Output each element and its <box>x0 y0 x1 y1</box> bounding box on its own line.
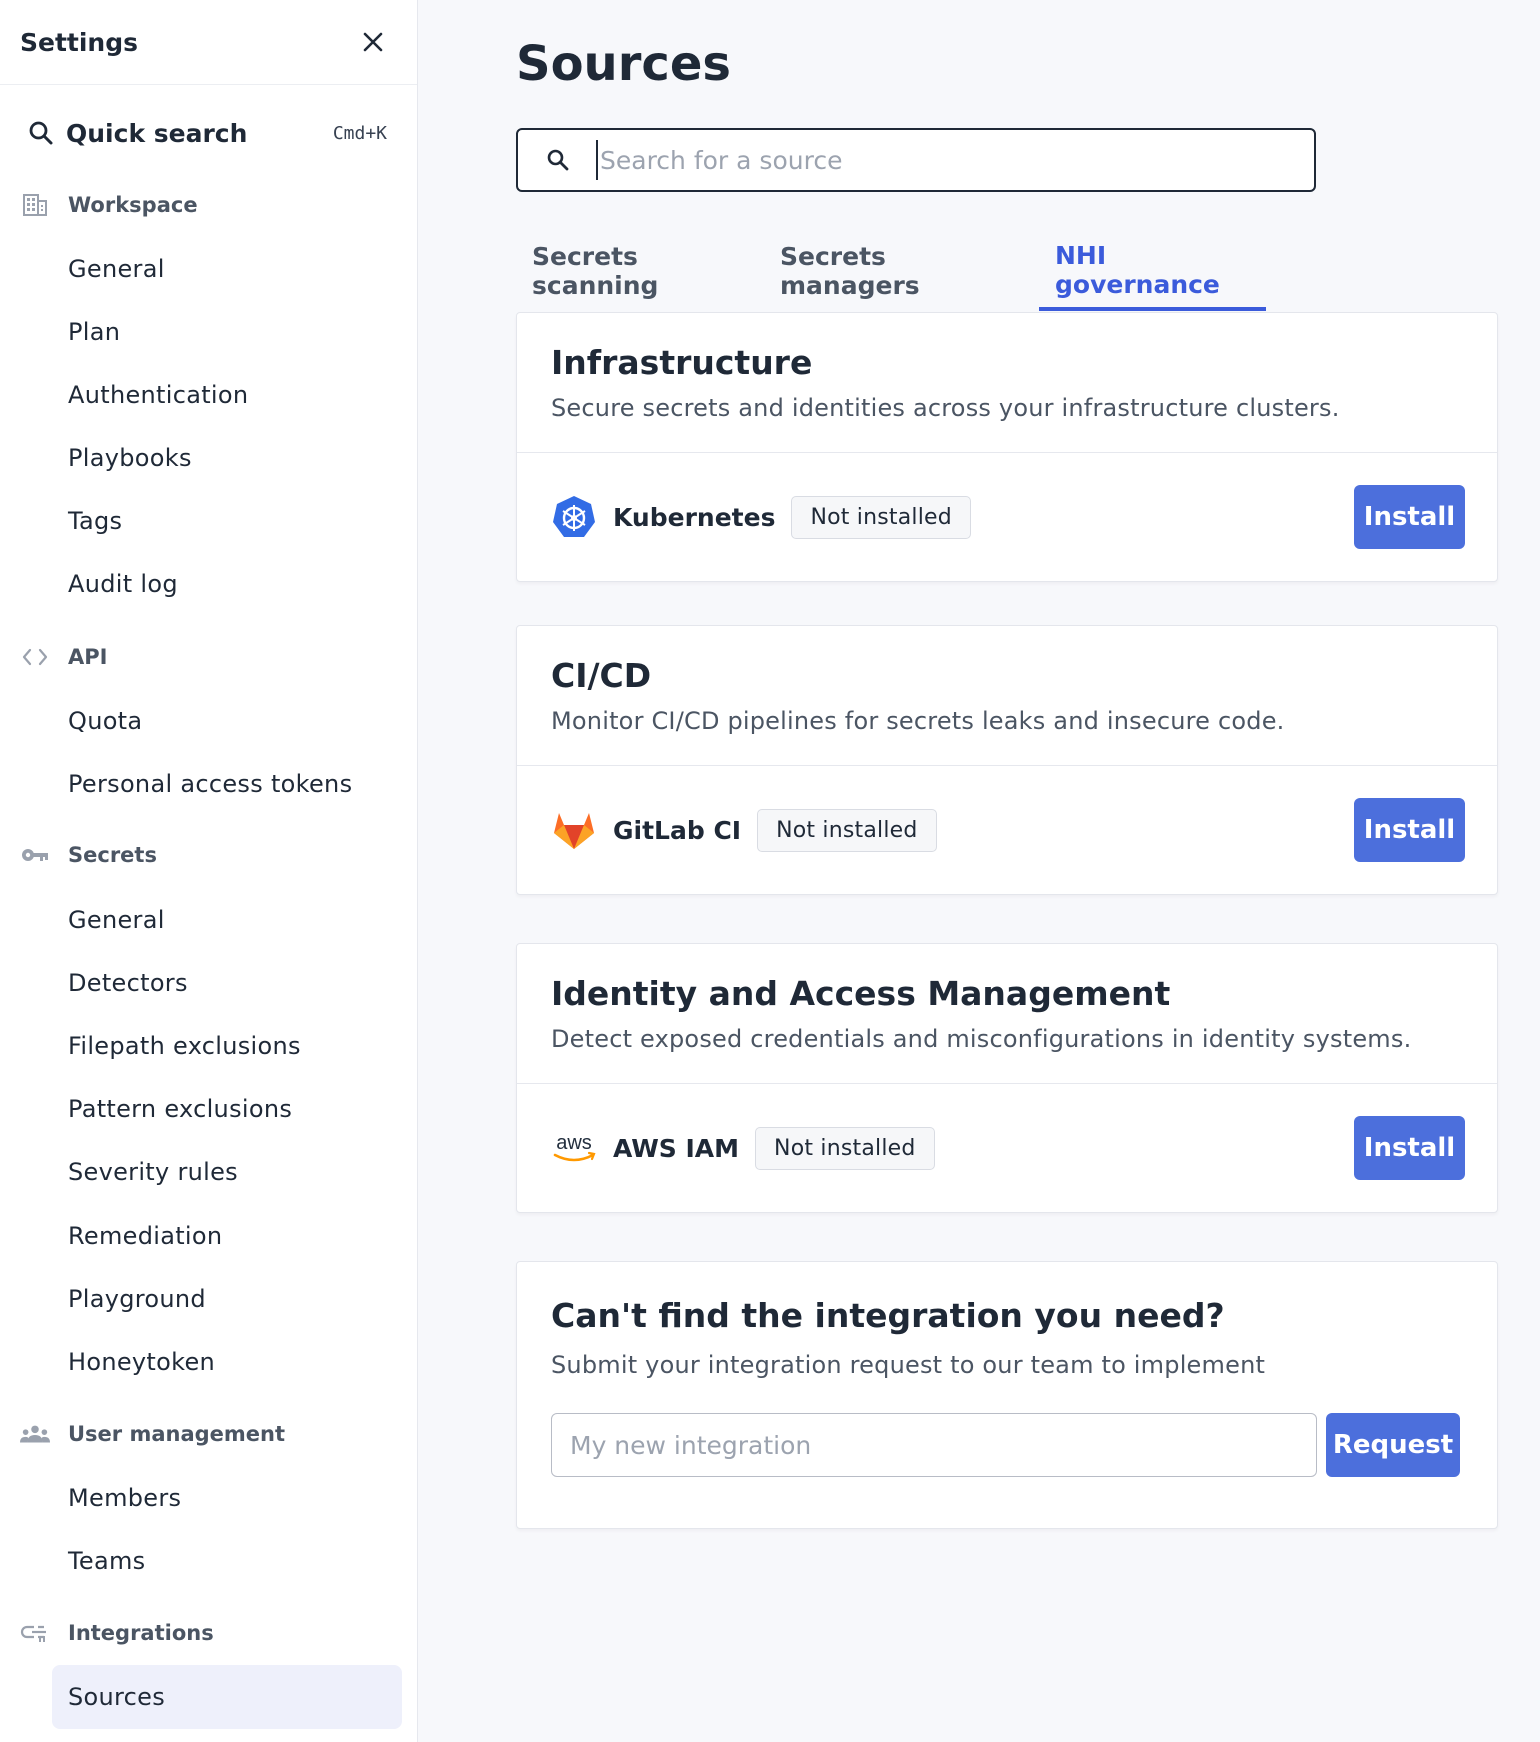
search-icon <box>547 149 569 171</box>
sidebar-item-secrets-general[interactable]: General <box>52 888 402 952</box>
card-cicd: CI/CD Monitor CI/CD pipelines for secret… <box>516 625 1498 895</box>
status-badge: Not installed <box>757 808 937 852</box>
building-icon <box>20 190 50 220</box>
sidebar-item-tags[interactable]: Tags <box>52 489 402 553</box>
card-header: Identity and Access Management Detect ex… <box>517 944 1497 1084</box>
install-gitlab-button[interactable]: Install <box>1354 798 1465 862</box>
tab-secrets-managers[interactable]: Secrets managers <box>764 232 1014 310</box>
status-badge: Not installed <box>755 1126 935 1170</box>
search-icon <box>29 121 53 145</box>
section-user-management: User management <box>20 1416 285 1452</box>
card-request-integration: Can't find the integration you need? Sub… <box>516 1261 1498 1529</box>
page-title: Sources <box>516 36 731 92</box>
sidebar-item-sources[interactable]: Sources <box>52 1665 402 1729</box>
request-button[interactable]: Request <box>1326 1413 1460 1477</box>
install-aws-iam-button[interactable]: Install <box>1354 1116 1465 1180</box>
sidebar-item-members[interactable]: Members <box>52 1466 402 1530</box>
integration-request-input[interactable] <box>551 1413 1317 1477</box>
section-secrets: Secrets <box>20 837 157 873</box>
search-input[interactable] <box>596 140 1314 180</box>
section-api: API <box>20 639 107 675</box>
source-name: GitLab CI <box>613 815 742 845</box>
sidebar-item-quota[interactable]: Quota <box>52 689 402 753</box>
sidebar-item-playbooks[interactable]: Playbooks <box>52 426 402 490</box>
svg-text:aws: aws <box>556 1132 592 1154</box>
source-name: AWS IAM <box>613 1133 740 1163</box>
section-label: Workspace <box>68 193 198 217</box>
card-description: Secure secrets and identities across you… <box>551 394 1340 422</box>
sidebar-title: Settings <box>20 27 139 57</box>
sidebar-item-plan[interactable]: Plan <box>52 300 402 364</box>
card-header: Infrastructure Secure secrets and identi… <box>517 313 1497 453</box>
plug-icon <box>20 1618 50 1648</box>
card-iam: Identity and Access Management Detect ex… <box>516 943 1498 1213</box>
key-icon <box>20 840 50 870</box>
sidebar-item-general[interactable]: General <box>52 237 402 301</box>
kubernetes-icon <box>551 494 597 540</box>
card-title: Identity and Access Management <box>551 974 1171 1013</box>
quick-search-shortcut: Cmd+K <box>332 122 387 144</box>
section-workspace: Workspace <box>20 187 198 223</box>
sidebar-item-severity-rules[interactable]: Severity rules <box>52 1140 402 1204</box>
sidebar-item-audit-log[interactable]: Audit log <box>52 552 402 616</box>
card-description: Detect exposed credentials and misconfig… <box>551 1025 1412 1053</box>
section-label: User management <box>68 1422 286 1446</box>
section-label: Secrets <box>68 843 157 867</box>
source-row: aws AWS IAM Not installed Install <box>517 1084 1497 1212</box>
card-header: CI/CD Monitor CI/CD pipelines for secret… <box>517 626 1497 766</box>
source-row: Kubernetes Not installed Install <box>517 453 1497 581</box>
card-title: CI/CD <box>551 656 652 695</box>
sidebar-item-filepath-exclusions[interactable]: Filepath exclusions <box>52 1014 402 1078</box>
request-description: Submit your integration request to our t… <box>551 1351 1266 1379</box>
install-kubernetes-button[interactable]: Install <box>1354 485 1465 549</box>
tab-secrets-scanning[interactable]: Secrets scanning <box>516 232 756 310</box>
sidebar-item-teams[interactable]: Teams <box>52 1529 402 1593</box>
gitlab-icon <box>551 807 597 853</box>
source-tabs: Secrets scanning Secrets managers NHI go… <box>516 232 1496 312</box>
close-button[interactable] <box>357 26 389 58</box>
code-icon <box>20 642 50 672</box>
status-badge: Not installed <box>791 495 971 539</box>
request-title: Can't find the integration you need? <box>551 1296 1225 1335</box>
card-infrastructure: Infrastructure Secure secrets and identi… <box>516 312 1498 582</box>
source-row: GitLab CI Not installed Install <box>517 766 1497 894</box>
sidebar-item-pattern-exclusions[interactable]: Pattern exclusions <box>52 1077 402 1141</box>
section-label: Integrations <box>68 1621 214 1645</box>
source-search <box>516 128 1316 192</box>
card-description: Monitor CI/CD pipelines for secrets leak… <box>551 707 1285 735</box>
section-integrations: Integrations <box>20 1615 214 1651</box>
quick-search-button[interactable]: Quick search Cmd+K <box>28 112 387 154</box>
sidebar-header: Settings <box>0 0 417 85</box>
sidebar-item-playground[interactable]: Playground <box>52 1267 402 1331</box>
sidebar-item-honeytoken[interactable]: Honeytoken <box>52 1330 402 1394</box>
sidebar-item-personal-access-tokens[interactable]: Personal access tokens <box>52 752 402 816</box>
sidebar-item-remediation[interactable]: Remediation <box>52 1204 402 1268</box>
source-name: Kubernetes <box>613 502 776 532</box>
sidebar-item-detectors[interactable]: Detectors <box>52 951 402 1015</box>
section-label: API <box>68 645 108 669</box>
close-icon <box>363 32 383 52</box>
tab-nhi-governance[interactable]: NHI governance <box>1039 232 1266 311</box>
settings-sidebar: Settings Quick search Cmd+K Workspace Ge… <box>0 0 418 1742</box>
sidebar-item-authentication[interactable]: Authentication <box>52 363 402 427</box>
request-form: Request <box>551 1413 1463 1477</box>
quick-search-label: Quick search <box>66 118 248 148</box>
users-icon <box>20 1419 50 1449</box>
card-title: Infrastructure <box>551 343 813 382</box>
aws-icon: aws <box>551 1125 597 1171</box>
